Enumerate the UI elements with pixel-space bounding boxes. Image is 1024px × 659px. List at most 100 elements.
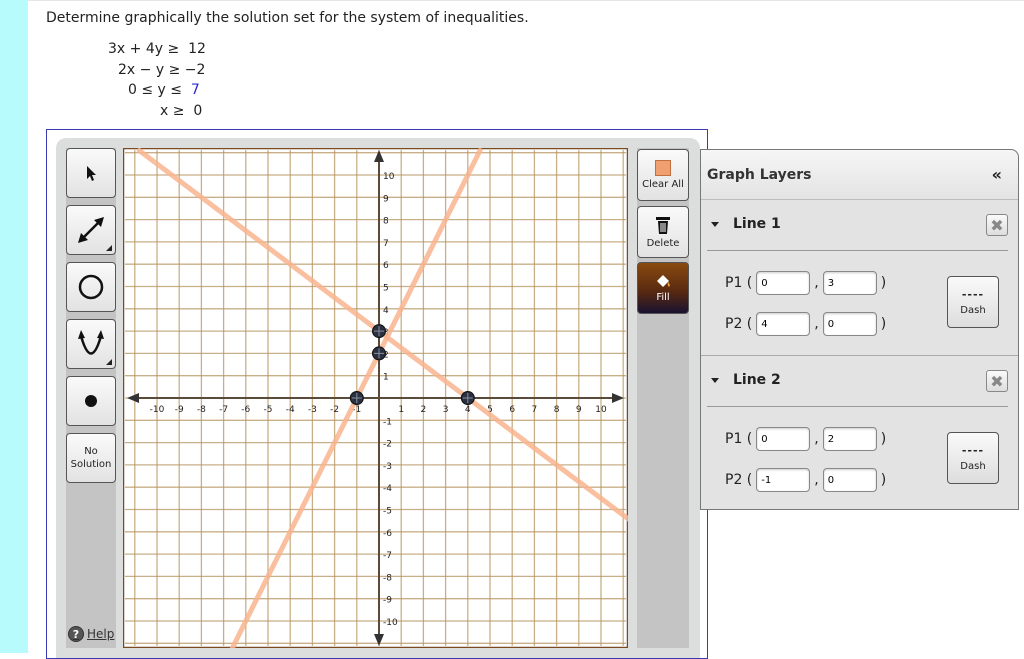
y-tick-label: -6 — [383, 529, 392, 539]
x-tick-label: 2 — [421, 405, 427, 415]
p2-row: P2 ( , ) — [725, 468, 886, 492]
y-tick-label: 9 — [383, 194, 389, 204]
top-divider — [28, 0, 1024, 1]
y-tick-label: -9 — [383, 596, 392, 606]
y-tick-label: -1 — [383, 417, 392, 427]
p1-label: P1 ( — [725, 431, 753, 447]
x-tick-label: 6 — [509, 405, 515, 415]
p1-x-input[interactable] — [756, 271, 811, 295]
p2-y-input[interactable] — [822, 468, 877, 492]
y-tick-label: 7 — [383, 239, 389, 249]
inequality-2: 2x − y ≥ −2 — [118, 62, 206, 78]
p2-x-input[interactable] — [756, 468, 811, 492]
y-tick-label: -10 — [383, 618, 398, 628]
line-tool-button[interactable] — [66, 205, 116, 255]
p1-row: P1 ( , ) — [725, 427, 886, 451]
p1-y-input[interactable] — [822, 427, 877, 451]
clear-all-label: Clear All — [642, 179, 684, 190]
dash-line-icon: ---- — [961, 444, 985, 457]
graph-layers-header: Graph Layers « — [701, 150, 1018, 200]
close-paren: ) — [880, 472, 887, 488]
x-tick-label: -9 — [175, 405, 184, 415]
x-tick-label: 8 — [554, 405, 560, 415]
comma: , — [814, 316, 819, 332]
x-tick-label: -3 — [308, 405, 317, 415]
layer-title: Line 2 — [733, 372, 781, 388]
layer-line-1: Line 1 ✖ P1 ( , ) P2 ( , ) ---- Dash — [701, 200, 1018, 356]
paint-bucket-icon — [657, 275, 670, 287]
point-tool-button[interactable] — [66, 376, 116, 426]
layer-toggle[interactable]: Line 2 — [711, 372, 781, 388]
expand-triangle-icon — [711, 377, 719, 383]
delete-label: Delete — [646, 238, 680, 249]
y-tick-label: -7 — [383, 551, 392, 561]
no-solution-button[interactable]: No Solution — [66, 433, 116, 483]
graph-layers-title: Graph Layers — [707, 166, 812, 183]
x-tick-label: 4 — [465, 405, 471, 415]
close-paren: ) — [880, 431, 887, 447]
y-tick-label: 5 — [383, 284, 389, 294]
editable-value: 7 — [190, 82, 200, 98]
layer-line-2: Line 2 ✖ P1 ( , ) P2 ( , ) ---- Dash — [701, 356, 1018, 511]
y-tick-label: 10 — [383, 172, 395, 182]
select-tool-button[interactable] — [66, 148, 116, 198]
y-tick-label: 4 — [383, 306, 389, 316]
clear-all-icon — [655, 160, 671, 176]
comma: , — [814, 431, 819, 447]
fill-label: Fill — [656, 292, 670, 303]
help-label: Help — [87, 627, 115, 641]
question-text: Determine graphically the solution set f… — [46, 10, 529, 26]
comma: , — [814, 275, 819, 291]
comma: , — [814, 472, 819, 488]
point-icon — [85, 395, 97, 407]
y-tick-label: -4 — [383, 484, 392, 494]
collapse-panel-icon[interactable]: « — [992, 165, 1002, 184]
coordinate-graph[interactable]: -10 -9 -8 -7 -6 -5 -4 -3 -2 -1 1 2 3 4 5 6 7 8 9 1010987654… — [123, 148, 628, 648]
x-tick-label: -8 — [197, 405, 206, 415]
x-tick-label: 7 — [532, 405, 538, 415]
dash-label: Dash — [960, 461, 986, 472]
fill-button[interactable]: Fill — [637, 262, 689, 314]
dash-label: Dash — [960, 305, 986, 316]
x-tick-label: -2 — [330, 405, 339, 415]
trash-icon — [656, 217, 670, 234]
inequality-4: x ≥ 0 — [160, 103, 203, 119]
graph-layers-panel: Graph Layers « Line 1 ✖ P1 ( , ) P2 ( , … — [700, 149, 1019, 510]
layer-toggle[interactable]: Line 1 — [711, 216, 781, 232]
parabola-tool-button[interactable] — [66, 319, 116, 369]
dash-button[interactable]: ---- Dash — [947, 276, 999, 328]
submenu-indicator — [106, 359, 112, 365]
x-tick-label: -5 — [264, 405, 273, 415]
p2-y-input[interactable] — [822, 312, 877, 336]
close-paren: ) — [880, 316, 887, 332]
x-tick-label: -10 — [150, 405, 165, 415]
y-tick-label: -5 — [383, 507, 392, 517]
line-icon — [78, 217, 104, 243]
remove-layer-button[interactable]: ✖ — [986, 214, 1008, 236]
inequality-3: 0 ≤ y ≤ 7 — [128, 82, 200, 98]
select-arrow-icon — [87, 166, 96, 181]
clear-all-button[interactable]: Clear All — [637, 149, 689, 201]
y-tick-label: 6 — [383, 261, 389, 271]
p2-label: P2 ( — [725, 472, 753, 488]
p1-x-input[interactable] — [756, 427, 811, 451]
close-paren: ) — [880, 275, 887, 291]
dash-button[interactable]: ---- Dash — [947, 432, 999, 484]
parabola-icon — [78, 330, 104, 355]
p2-x-input[interactable] — [756, 312, 811, 336]
y-tick-label: 8 — [383, 217, 389, 227]
y-tick-label: -2 — [383, 440, 392, 450]
y-tick-label: -3 — [383, 462, 392, 472]
p1-row: P1 ( , ) — [725, 271, 886, 295]
inequality-1: 3x + 4y ≥ 12 — [108, 41, 206, 57]
p1-y-input[interactable] — [822, 271, 877, 295]
x-tick-label: 1 — [398, 405, 404, 415]
x-tick-label: -6 — [241, 405, 250, 415]
circle-tool-button[interactable] — [66, 262, 116, 312]
no-solution-label: No Solution — [70, 446, 112, 470]
layer-divider — [707, 250, 1008, 251]
delete-button[interactable]: Delete — [637, 206, 689, 258]
submenu-indicator — [106, 245, 112, 251]
remove-layer-button[interactable]: ✖ — [986, 370, 1008, 392]
help-link[interactable]: ? Help — [68, 626, 114, 642]
